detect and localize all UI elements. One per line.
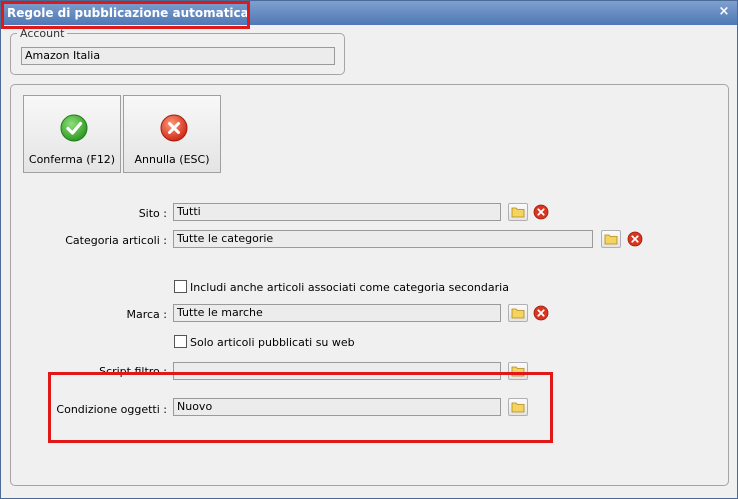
folder-icon (511, 207, 525, 218)
includi-label: Includi anche articoli associati come ca… (190, 281, 509, 294)
dialog-window: Regole di pubblicazione automatica × Acc… (0, 0, 738, 499)
folder-icon (511, 402, 525, 413)
title-bar[interactable]: Regole di pubblicazione automatica × (1, 1, 737, 25)
categoria-field[interactable]: Tutte le categorie (173, 230, 593, 248)
script-label: Script filtro : (99, 365, 167, 378)
clear-icon (533, 305, 549, 321)
account-legend: Account (17, 27, 68, 40)
sito-label: Sito : (138, 207, 167, 220)
condizione-field[interactable]: Nuovo (173, 398, 501, 416)
categoria-label: Categoria articoli : (65, 234, 167, 247)
window-title: Regole di pubblicazione automatica (7, 6, 249, 20)
cancel-x-icon (160, 114, 188, 142)
cancel-button[interactable]: Annulla (ESC) (123, 95, 221, 173)
solo-web-checkbox[interactable] (174, 335, 187, 348)
solo-web-label: Solo articoli pubblicati su web (190, 336, 355, 349)
categoria-clear-button[interactable] (625, 230, 645, 248)
sito-clear-button[interactable] (531, 203, 551, 221)
folder-icon (511, 366, 525, 377)
cancel-label: Annulla (ESC) (134, 153, 210, 166)
account-field[interactable]: Amazon Italia (21, 47, 335, 65)
confirm-button[interactable]: Conferma (F12) (23, 95, 121, 173)
confirm-label: Conferma (F12) (28, 153, 116, 166)
clear-icon (627, 231, 643, 247)
condizione-label: Condizione oggetti : (56, 403, 167, 416)
folder-icon (511, 308, 525, 319)
categoria-browse-button[interactable] (601, 230, 621, 248)
sito-browse-button[interactable] (508, 203, 528, 221)
script-field[interactable] (173, 362, 501, 380)
includi-checkbox[interactable] (174, 280, 187, 293)
close-icon[interactable]: × (717, 5, 731, 19)
clear-icon (533, 204, 549, 220)
folder-icon (604, 234, 618, 245)
condizione-browse-button[interactable] (508, 398, 528, 416)
marca-browse-button[interactable] (508, 304, 528, 322)
marca-field[interactable]: Tutte le marche (173, 304, 501, 322)
sito-field[interactable]: Tutti (173, 203, 501, 221)
marca-clear-button[interactable] (531, 304, 551, 322)
script-browse-button[interactable] (508, 362, 528, 380)
check-icon (60, 114, 88, 142)
marca-label: Marca : (126, 308, 167, 321)
